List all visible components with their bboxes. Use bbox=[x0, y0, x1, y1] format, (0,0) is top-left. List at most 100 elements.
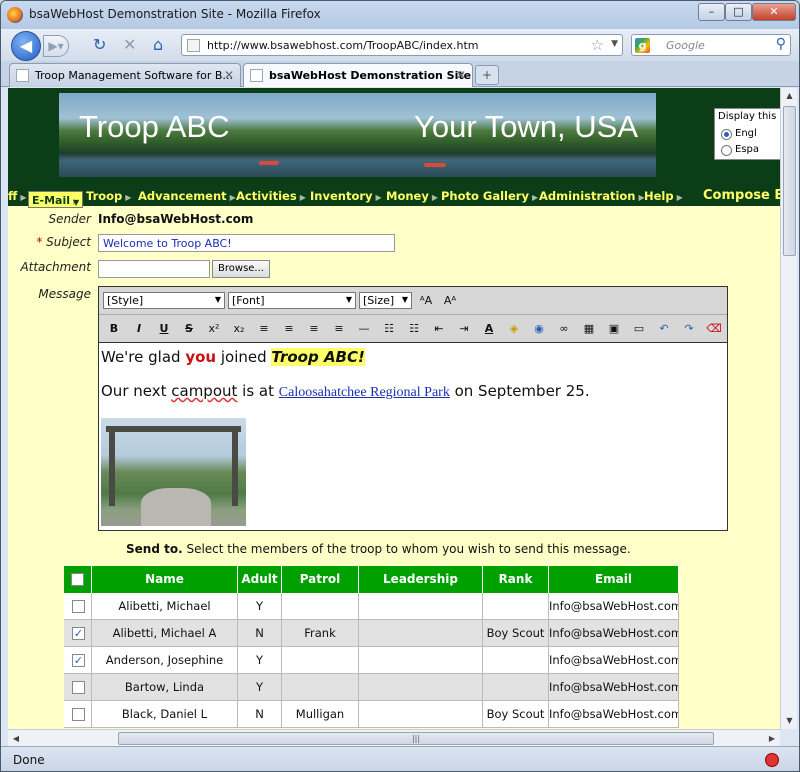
col-header-adult[interactable]: Adult bbox=[238, 566, 282, 593]
url-text: http://www.bsawebhost.com/TroopABC/index… bbox=[207, 39, 479, 52]
justify-icon[interactable]: ≡ bbox=[330, 321, 348, 337]
scroll-down-icon[interactable]: ▼ bbox=[781, 713, 798, 729]
horizontal-rule-icon[interactable]: — bbox=[355, 321, 373, 337]
align-center-icon[interactable]: ≡ bbox=[280, 321, 298, 337]
cell-rank bbox=[483, 593, 549, 620]
subject-label: Subject bbox=[46, 235, 91, 249]
subscript-icon[interactable]: x₂ bbox=[230, 321, 248, 337]
redo-icon[interactable]: ↷ bbox=[680, 321, 698, 337]
tab-close-icon[interactable]: ✕ bbox=[456, 68, 466, 82]
stop-icon[interactable]: ✕ bbox=[123, 35, 136, 54]
required-marker: * bbox=[36, 235, 43, 249]
superscript-icon[interactable]: x² bbox=[205, 321, 223, 337]
row-checkbox[interactable]: ✓ bbox=[72, 627, 85, 640]
rich-text-editor: [Style] [Font] [Size] ᴬA Aᴬ B I U S x² x… bbox=[98, 286, 728, 531]
col-header-patrol[interactable]: Patrol bbox=[282, 566, 359, 593]
back-button[interactable]: ◀ bbox=[11, 31, 41, 61]
url-bar[interactable]: http://www.bsawebhost.com/TroopABC/index… bbox=[181, 34, 623, 56]
search-box[interactable]: g Google ⚲ bbox=[631, 34, 791, 56]
horizontal-scroll-thumb[interactable]: ||| bbox=[118, 732, 714, 745]
reload-icon[interactable]: ↻ bbox=[93, 35, 106, 54]
col-header-name[interactable]: Name bbox=[92, 566, 238, 593]
menu-item-email[interactable]: E-Mail ▶ bbox=[28, 191, 84, 212]
highlight-color-icon[interactable]: ◈ bbox=[505, 321, 523, 337]
scroll-up-icon[interactable]: ▲ bbox=[781, 88, 798, 104]
col-header-rank[interactable]: Rank bbox=[483, 566, 549, 593]
align-left-icon[interactable]: ≡ bbox=[255, 321, 273, 337]
menu-item-inventory[interactable]: Inventory ▶ bbox=[310, 187, 382, 205]
row-checkbox[interactable]: ✓ bbox=[72, 654, 85, 667]
table-row: Black, Daniel L N Mulligan Boy Scout Info@bs… bbox=[64, 701, 679, 728]
radio-english[interactable] bbox=[721, 129, 732, 140]
table-row: ✓ Anderson, Josephine Y Info@bsaWebHost.com bbox=[64, 647, 679, 674]
increase-font-size-icon[interactable]: ᴬA bbox=[417, 293, 435, 309]
menu-item-help[interactable]: Help ▶ bbox=[644, 187, 683, 205]
numbered-list-icon[interactable]: ☷ bbox=[380, 321, 398, 337]
vertical-scrollbar[interactable]: ▲ ▼ bbox=[780, 88, 797, 729]
col-header-email[interactable]: Email bbox=[549, 566, 679, 593]
bullet-list-icon[interactable]: ☷ bbox=[405, 321, 423, 337]
google-icon[interactable]: g bbox=[635, 38, 650, 53]
cell-leadership bbox=[359, 620, 483, 647]
radio-spanish[interactable] bbox=[721, 145, 732, 156]
outdent-icon[interactable]: ⇤ bbox=[430, 321, 448, 337]
forward-button[interactable]: ▶▾ bbox=[43, 35, 69, 57]
addon-status-icon[interactable] bbox=[765, 753, 779, 767]
insert-link-globe-icon[interactable]: ◉ bbox=[530, 321, 548, 337]
align-right-icon[interactable]: ≡ bbox=[305, 321, 323, 337]
editor-toolbar-top: [Style] [Font] [Size] ᴬA Aᴬ bbox=[99, 287, 727, 315]
menu-item-administration[interactable]: Administration ▶ bbox=[539, 187, 645, 205]
font-color-icon[interactable]: A bbox=[480, 321, 498, 337]
italic-icon[interactable]: I bbox=[130, 321, 148, 337]
menu-item-troop[interactable]: Troop ▶ bbox=[86, 187, 131, 205]
remove-format-icon[interactable]: ⌫ bbox=[705, 321, 723, 337]
horizontal-scrollbar[interactable]: ◀ ||| ▶ bbox=[8, 729, 780, 746]
maximize-button[interactable]: □ bbox=[725, 3, 752, 21]
tab-close-icon[interactable]: ✕ bbox=[224, 68, 234, 82]
size-select[interactable]: [Size] bbox=[359, 292, 412, 309]
park-link[interactable]: Caloosahatchee Regional Park bbox=[279, 385, 450, 400]
close-button[interactable]: ✕ bbox=[752, 3, 796, 21]
decrease-font-size-icon[interactable]: Aᴬ bbox=[441, 293, 459, 309]
scroll-right-icon[interactable]: ▶ bbox=[764, 730, 780, 747]
bold-icon[interactable]: B bbox=[105, 321, 123, 337]
insert-anchor-icon[interactable]: ∞ bbox=[555, 321, 573, 337]
search-icon[interactable]: ⚲ bbox=[776, 36, 786, 52]
attachment-file-input[interactable] bbox=[98, 260, 210, 278]
browse-button[interactable]: Browse... bbox=[212, 260, 270, 278]
tab-troop-management[interactable]: Troop Management Software for B... ✕ bbox=[9, 63, 241, 87]
font-select[interactable]: [Font] bbox=[228, 292, 356, 309]
row-checkbox[interactable] bbox=[72, 600, 85, 613]
scroll-left-icon[interactable]: ◀ bbox=[8, 730, 24, 747]
new-tab-button[interactable]: + bbox=[475, 65, 499, 85]
url-dropdown-icon[interactable]: ▼ bbox=[611, 39, 618, 49]
insert-object-icon[interactable]: ▣ bbox=[605, 321, 623, 337]
table-row: ✓ Alibetti, Michael A N Frank Boy Scout Info@… bbox=[64, 620, 679, 647]
vertical-scroll-thumb[interactable] bbox=[783, 106, 796, 256]
strikethrough-icon[interactable]: S bbox=[180, 321, 198, 337]
style-select[interactable]: [Style] bbox=[103, 292, 225, 309]
indent-icon[interactable]: ⇥ bbox=[455, 321, 473, 337]
col-header-leadership[interactable]: Leadership bbox=[359, 566, 483, 593]
bookmark-star-icon[interactable]: ☆ bbox=[591, 36, 604, 54]
insert-table-icon[interactable]: ▭ bbox=[630, 321, 648, 337]
row-checkbox[interactable] bbox=[72, 681, 85, 694]
home-icon[interactable]: ⌂ bbox=[153, 35, 163, 54]
menu-item-photo-gallery[interactable]: Photo Gallery ▶ bbox=[441, 187, 538, 205]
menu-item-activities[interactable]: Activities ▶ bbox=[236, 187, 306, 205]
select-all-checkbox[interactable] bbox=[71, 573, 84, 586]
editor-content[interactable]: We're glad you joined Troop ABC! Our nex… bbox=[99, 344, 727, 530]
tab-bsawebhost-demo[interactable]: bsaWebHost Demonstration Site ✕ bbox=[243, 63, 473, 87]
underline-icon[interactable]: U bbox=[155, 321, 173, 337]
subject-input[interactable]: Welcome to Troop ABC! bbox=[98, 234, 395, 252]
row-checkbox[interactable] bbox=[72, 708, 85, 721]
insert-image-icon[interactable]: ▦ bbox=[580, 321, 598, 337]
undo-icon[interactable]: ↶ bbox=[655, 321, 673, 337]
cell-email: Info@bsaWebHost.com bbox=[549, 620, 679, 647]
minimize-button[interactable]: – bbox=[698, 3, 725, 21]
menu-item-advancement[interactable]: Advancement ▶ bbox=[138, 187, 236, 205]
cell-leadership bbox=[359, 701, 483, 728]
menu-arrow-icon: ▶ bbox=[431, 193, 438, 202]
menu-item-money[interactable]: Money ▶ bbox=[386, 187, 438, 205]
menu-item-staff[interactable]: ff ▶ bbox=[8, 187, 26, 205]
